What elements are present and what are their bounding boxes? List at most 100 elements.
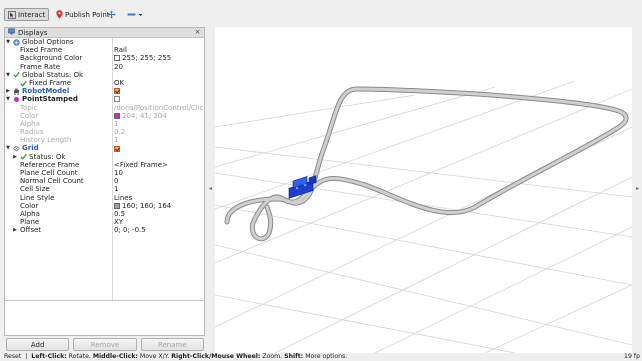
add-button[interactable]: Add xyxy=(6,338,70,351)
fps-readout: 19 fp xyxy=(624,353,640,360)
expand-down-icon[interactable]: ▼ xyxy=(5,144,11,152)
tree-row-value-text: 0; 0; -0.5 xyxy=(114,226,146,235)
tree-row-value[interactable]: Lines xyxy=(114,194,206,202)
status-separator: | xyxy=(23,353,30,360)
tree-row[interactable]: ▼ Global Options xyxy=(5,38,204,46)
expand-down-icon[interactable]: ▼ xyxy=(5,38,11,46)
tree-row-value[interactable]: 255; 255; 255 xyxy=(114,54,206,62)
tool-menu-button[interactable] xyxy=(127,8,143,21)
tree-row-value[interactable] xyxy=(114,87,206,95)
displays-button-row: Add Remove Rename xyxy=(6,338,204,351)
tree-row[interactable]: Plane Cell Count 10 xyxy=(5,169,204,177)
check-icon xyxy=(20,80,27,87)
tree-row-value[interactable]: XY xyxy=(114,218,206,226)
tree-row[interactable]: Alpha 1 xyxy=(5,120,204,128)
tree-row-value[interactable]: 0.2 xyxy=(114,128,206,136)
tree-row[interactable]: Color 160; 160; 164 xyxy=(5,202,204,210)
tree-row[interactable]: ▶ Offset 0; 0; -0.5 xyxy=(5,226,204,234)
color-swatch[interactable] xyxy=(114,112,120,119)
tree-row-value[interactable]: /doris/PositionControl/Clic... xyxy=(114,104,206,112)
tree-row-value[interactable] xyxy=(114,38,206,46)
tree-row-label: RobotModel xyxy=(22,87,70,96)
tree-row[interactable]: ▶ RobotModel xyxy=(5,87,204,95)
interact-button[interactable]: Interact xyxy=(4,8,50,21)
tree-row[interactable]: Reference Frame <Fixed Frame> xyxy=(5,161,204,169)
tree-row[interactable]: Line Style Lines xyxy=(5,194,204,202)
tree-row-value[interactable]: 1 xyxy=(114,136,206,144)
tree-row-name: Frame Rate xyxy=(12,63,60,71)
tree-row-name: ▼ Grid xyxy=(5,144,39,152)
grid-icon xyxy=(13,145,20,152)
tree-row[interactable]: ▼ PointStamped xyxy=(5,95,204,103)
tree-row-value[interactable]: 10 xyxy=(114,169,206,177)
tree-row[interactable]: ▶ Status: Ok xyxy=(5,153,204,161)
tree-row[interactable]: Color 204; 41; 204 xyxy=(5,112,204,120)
tree-row-value[interactable]: <Fixed Frame> xyxy=(114,161,206,169)
map-pin-icon xyxy=(56,10,63,19)
tree-row-value-text: 1 xyxy=(114,119,119,128)
tree-row[interactable]: ▼ Global Status: Ok xyxy=(5,71,204,79)
publish-point-button[interactable]: Publish Point xyxy=(56,8,110,21)
collapse-right-handle[interactable]: ▸ xyxy=(636,185,639,192)
expand-down-icon[interactable]: ▼ xyxy=(5,71,11,79)
color-swatch[interactable] xyxy=(114,55,120,62)
tree-row-value[interactable]: 204; 41; 204 xyxy=(114,112,206,120)
tree-row-label: Color xyxy=(20,201,39,210)
move-camera-button[interactable] xyxy=(107,8,116,21)
point-icon xyxy=(13,96,20,103)
close-icon[interactable]: × xyxy=(194,29,201,36)
tree-row-label: Color xyxy=(20,111,39,120)
3d-viewport[interactable] xyxy=(215,27,632,353)
tree-row-value[interactable] xyxy=(114,144,206,152)
reset-button[interactable]: Reset xyxy=(4,353,21,360)
enable-checkbox[interactable] xyxy=(114,88,120,95)
expand-down-icon[interactable]: ▼ xyxy=(5,95,11,103)
panel-splitter[interactable] xyxy=(4,300,205,301)
tree-row-value[interactable]: 0.5 xyxy=(114,210,206,218)
remove-button[interactable]: Remove xyxy=(73,338,137,351)
tree-row[interactable]: Fixed Frame Rail xyxy=(5,46,204,54)
tree-row[interactable]: History Length 1 xyxy=(5,136,204,144)
tree-row-value[interactable]: 1 xyxy=(114,185,206,193)
collapse-left-handle[interactable]: ◂ xyxy=(209,185,212,192)
expand-right-icon[interactable]: ▶ xyxy=(12,153,18,161)
tree-row-value[interactable]: 20 xyxy=(114,63,206,71)
tree-row-value[interactable]: 160; 160; 164 xyxy=(114,202,206,210)
expand-right-icon[interactable]: ▶ xyxy=(12,226,18,234)
tree-row-value[interactable]: 0 xyxy=(114,177,206,185)
tree-row-value[interactable] xyxy=(114,153,206,161)
tree-row-value-text: OK xyxy=(114,78,125,87)
tree-row-value-text: 1 xyxy=(114,136,119,145)
tree-row-value-text: Rail xyxy=(114,46,127,55)
tree-row[interactable]: Normal Cell Count 0 xyxy=(5,177,204,185)
enable-checkbox[interactable] xyxy=(114,96,120,103)
tree-row-value[interactable]: Rail xyxy=(114,46,206,54)
tree-row-label: Status: Ok xyxy=(29,152,66,161)
tree-row[interactable]: Background Color 255; 255; 255 xyxy=(5,54,204,62)
tree-row[interactable]: Topic/doris/PositionControl/Clic... xyxy=(5,104,206,112)
expand-right-icon[interactable]: ▶ xyxy=(5,87,11,95)
tree-row-value[interactable]: OK xyxy=(114,79,206,87)
tree-row-value[interactable] xyxy=(114,71,206,79)
grid xyxy=(215,80,632,353)
color-swatch[interactable] xyxy=(114,202,120,209)
enable-checkbox[interactable] xyxy=(114,145,120,152)
tree-row-value[interactable] xyxy=(114,95,206,103)
tree-row[interactable]: Radius 0.2 xyxy=(5,128,204,136)
tree-row-label: Fixed Frame xyxy=(29,78,72,87)
tree-row-name: Fixed Frame xyxy=(12,79,71,87)
tree-row[interactable]: Fixed Frame OK xyxy=(5,79,204,87)
tree-row-label: Grid xyxy=(22,144,39,153)
tree-row[interactable]: ▼ Grid xyxy=(5,144,204,152)
tree-row[interactable]: Frame Rate 20 xyxy=(5,63,204,71)
middle-click-action: Move X/Y. xyxy=(139,353,170,360)
tree-row-value[interactable]: 1 xyxy=(114,120,206,128)
rename-button[interactable]: Rename xyxy=(140,338,204,351)
tree-row[interactable]: Alpha 0.5 xyxy=(5,210,204,218)
tree-row-value-text: 10 xyxy=(114,169,123,177)
scene-canvas[interactable] xyxy=(215,27,632,353)
tree-row[interactable]: Plane XY xyxy=(5,218,204,226)
tree-row[interactable]: Cell Size 1 xyxy=(5,185,204,193)
tree-row-value[interactable]: 0; 0; -0.5 xyxy=(114,226,206,234)
tree-row-name: ▶ Offset xyxy=(12,226,41,234)
